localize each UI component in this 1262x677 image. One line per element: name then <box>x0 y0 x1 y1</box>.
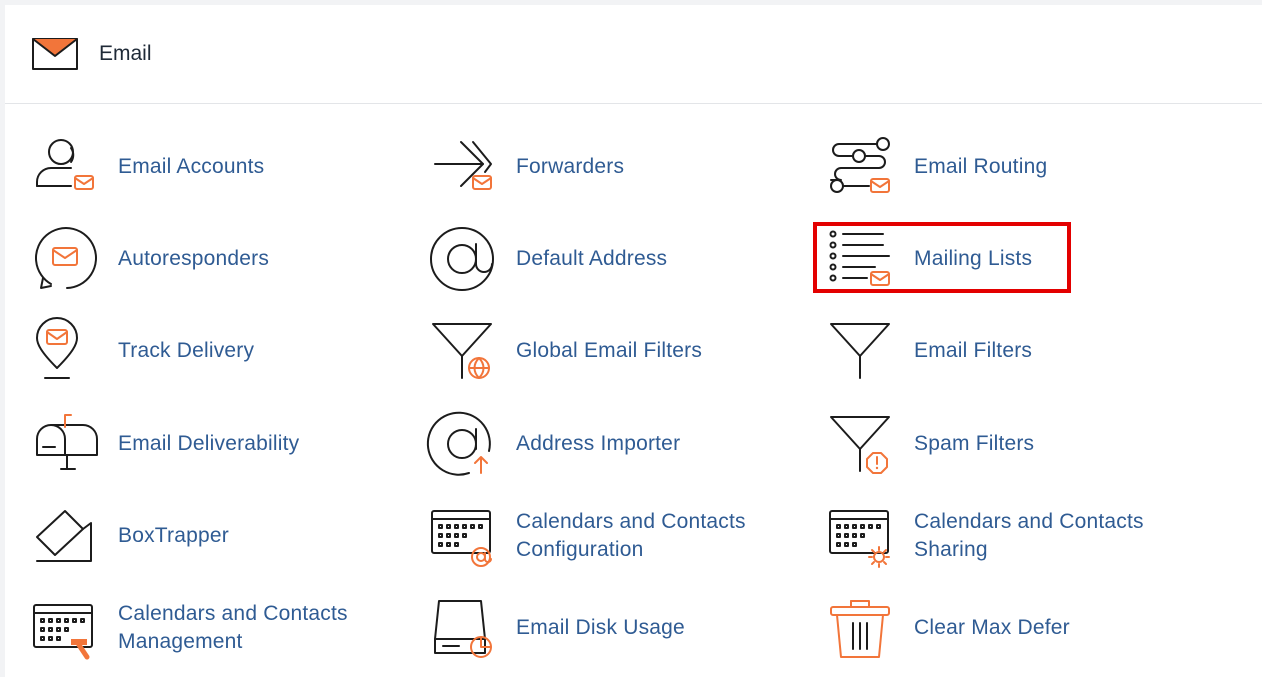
item-label: Forwarders <box>516 155 625 178</box>
autoresponders-icon <box>34 227 97 289</box>
item-label: Address Importer <box>516 432 681 455</box>
calendars-contacts-sharing-link[interactable]: Calendars and Contacts Sharing <box>827 496 1207 576</box>
forwarders-icon <box>434 141 492 190</box>
item-label: Email Routing <box>914 155 1048 178</box>
section-title: Email <box>99 42 152 65</box>
item-label: Autoresponders <box>118 247 270 270</box>
calendar-management-icon <box>33 604 93 660</box>
item-label: Spam Filters <box>914 432 1035 455</box>
email-accounts-link[interactable]: Email Accounts <box>31 127 411 207</box>
email-filters-link[interactable]: Email Filters <box>827 311 1207 391</box>
email-deliverability-link[interactable]: Email Deliverability <box>31 404 411 484</box>
item-label: Track Delivery <box>118 339 255 362</box>
item-label: Email Accounts <box>118 155 265 178</box>
calendar-sharing-icon <box>829 510 890 568</box>
item-label: BoxTrapper <box>118 524 229 547</box>
email-section-panel: Email Email Accounts Forwarders Email Ro… <box>5 5 1262 677</box>
mailing-lists-icon <box>829 230 890 286</box>
email-accounts-icon <box>36 139 94 190</box>
track-delivery-icon <box>36 317 78 379</box>
global-email-filters-link[interactable]: Global Email Filters <box>429 311 809 391</box>
trash-icon <box>830 600 890 658</box>
item-label: Default Address <box>516 247 668 270</box>
email-routing-link[interactable]: Email Routing <box>827 127 1207 207</box>
item-label: Global Email Filters <box>516 339 703 362</box>
item-label: Calendars and Contacts Sharing <box>914 510 1144 561</box>
mailing-lists-link[interactable]: Mailing Lists <box>827 219 1207 299</box>
item-label: Calendars and Contacts Management <box>118 602 348 653</box>
boxtrapper-link[interactable]: BoxTrapper <box>31 496 411 576</box>
disk-usage-icon <box>434 600 492 658</box>
global-filter-icon <box>432 323 492 379</box>
email-disk-usage-link[interactable]: Email Disk Usage <box>429 588 809 668</box>
item-label: Email Filters <box>914 339 1033 362</box>
boxtrapper-icon <box>36 510 92 562</box>
autoresponders-link[interactable]: Autoresponders <box>31 219 411 299</box>
default-address-icon <box>430 227 494 291</box>
email-routing-icon <box>830 137 890 193</box>
calendars-contacts-configuration-link[interactable]: Calendars and Contacts Configuration <box>429 496 809 576</box>
spam-filter-icon <box>830 416 890 474</box>
item-label: Calendars and Contacts Configuration <box>516 510 746 561</box>
address-importer-link[interactable]: Address Importer <box>426 404 809 484</box>
filter-icon <box>830 323 890 379</box>
spam-filters-link[interactable]: Spam Filters <box>827 404 1207 484</box>
envelope-icon <box>32 38 78 70</box>
calendars-contacts-management-link[interactable]: Calendars and Contacts Management <box>31 588 411 668</box>
section-header: Email <box>5 5 1262 104</box>
item-label: Email Disk Usage <box>516 616 685 639</box>
clear-max-defer-link[interactable]: Clear Max Defer <box>827 588 1207 668</box>
item-label: Clear Max Defer <box>914 616 1070 639</box>
item-label: Email Deliverability <box>118 432 300 455</box>
calendar-config-icon <box>431 510 492 567</box>
track-delivery-link[interactable]: Track Delivery <box>31 311 411 391</box>
item-label: Mailing Lists <box>914 247 1033 270</box>
address-importer-icon <box>426 411 491 476</box>
forwarders-link[interactable]: Forwarders <box>429 127 809 207</box>
mailbox-icon <box>36 414 98 470</box>
default-address-link[interactable]: Default Address <box>429 219 809 299</box>
